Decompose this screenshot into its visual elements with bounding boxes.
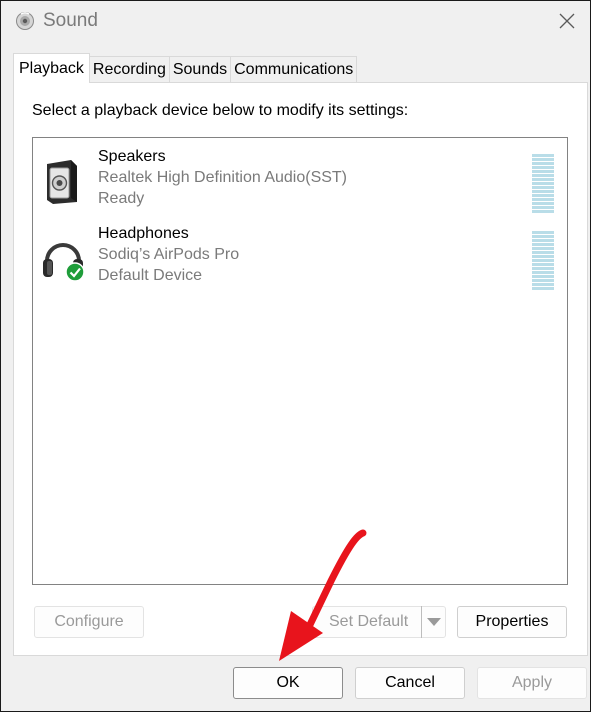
volume-meter [532, 154, 554, 214]
playback-device-list[interactable]: Speakers Realtek High Definition Audio(S… [32, 137, 568, 585]
device-headphones-text: Headphones Sodiq’s AirPods Pro Default D… [98, 223, 239, 286]
volume-meter [532, 231, 554, 291]
title-bar: Sound [1, 1, 590, 45]
device-speakers-text: Speakers Realtek High Definition Audio(S… [98, 146, 347, 209]
device-status: Default Device [98, 267, 203, 284]
window-title: Sound [43, 10, 98, 31]
speaker-icon [47, 160, 77, 204]
tab-recording[interactable]: Recording [88, 56, 170, 82]
apply-button[interactable]: Apply [477, 667, 587, 699]
device-name: Speakers [98, 148, 166, 165]
ok-button[interactable]: OK [233, 667, 343, 699]
playback-panel: Select a playback device below to modify… [13, 82, 588, 656]
set-default-label: Set Default [329, 613, 409, 630]
device-speakers[interactable]: Speakers Realtek High Definition Audio(S… [33, 146, 567, 216]
tab-playback[interactable]: Playback [13, 53, 90, 83]
playback-instruction: Select a playback device below to modify… [32, 102, 409, 119]
close-button[interactable] [544, 1, 590, 41]
tab-strip: Playback Recording Sounds Communications [13, 53, 358, 83]
device-description: Sodiq’s AirPods Pro [98, 246, 240, 263]
close-icon [559, 13, 575, 29]
cancel-button[interactable]: Cancel [355, 667, 465, 699]
headphones-icon [43, 243, 85, 282]
device-name: Headphones [98, 225, 189, 242]
device-description: Realtek High Definition Audio(SST) [98, 169, 348, 186]
sound-dialog: Sound Playback Recording Sounds Communic… [0, 0, 591, 712]
tab-communications[interactable]: Communications [230, 56, 358, 82]
properties-button[interactable]: Properties [457, 606, 567, 638]
configure-button[interactable]: Configure [34, 606, 144, 638]
default-check-icon [65, 262, 85, 282]
device-headphones[interactable]: Headphones Sodiq’s AirPods Pro Default D… [33, 223, 567, 293]
device-status: Ready [98, 190, 145, 207]
tab-sounds[interactable]: Sounds [168, 56, 232, 82]
set-default-dropdown[interactable] [421, 606, 446, 638]
chevron-down-icon [427, 618, 441, 626]
sound-app-icon [16, 12, 34, 30]
